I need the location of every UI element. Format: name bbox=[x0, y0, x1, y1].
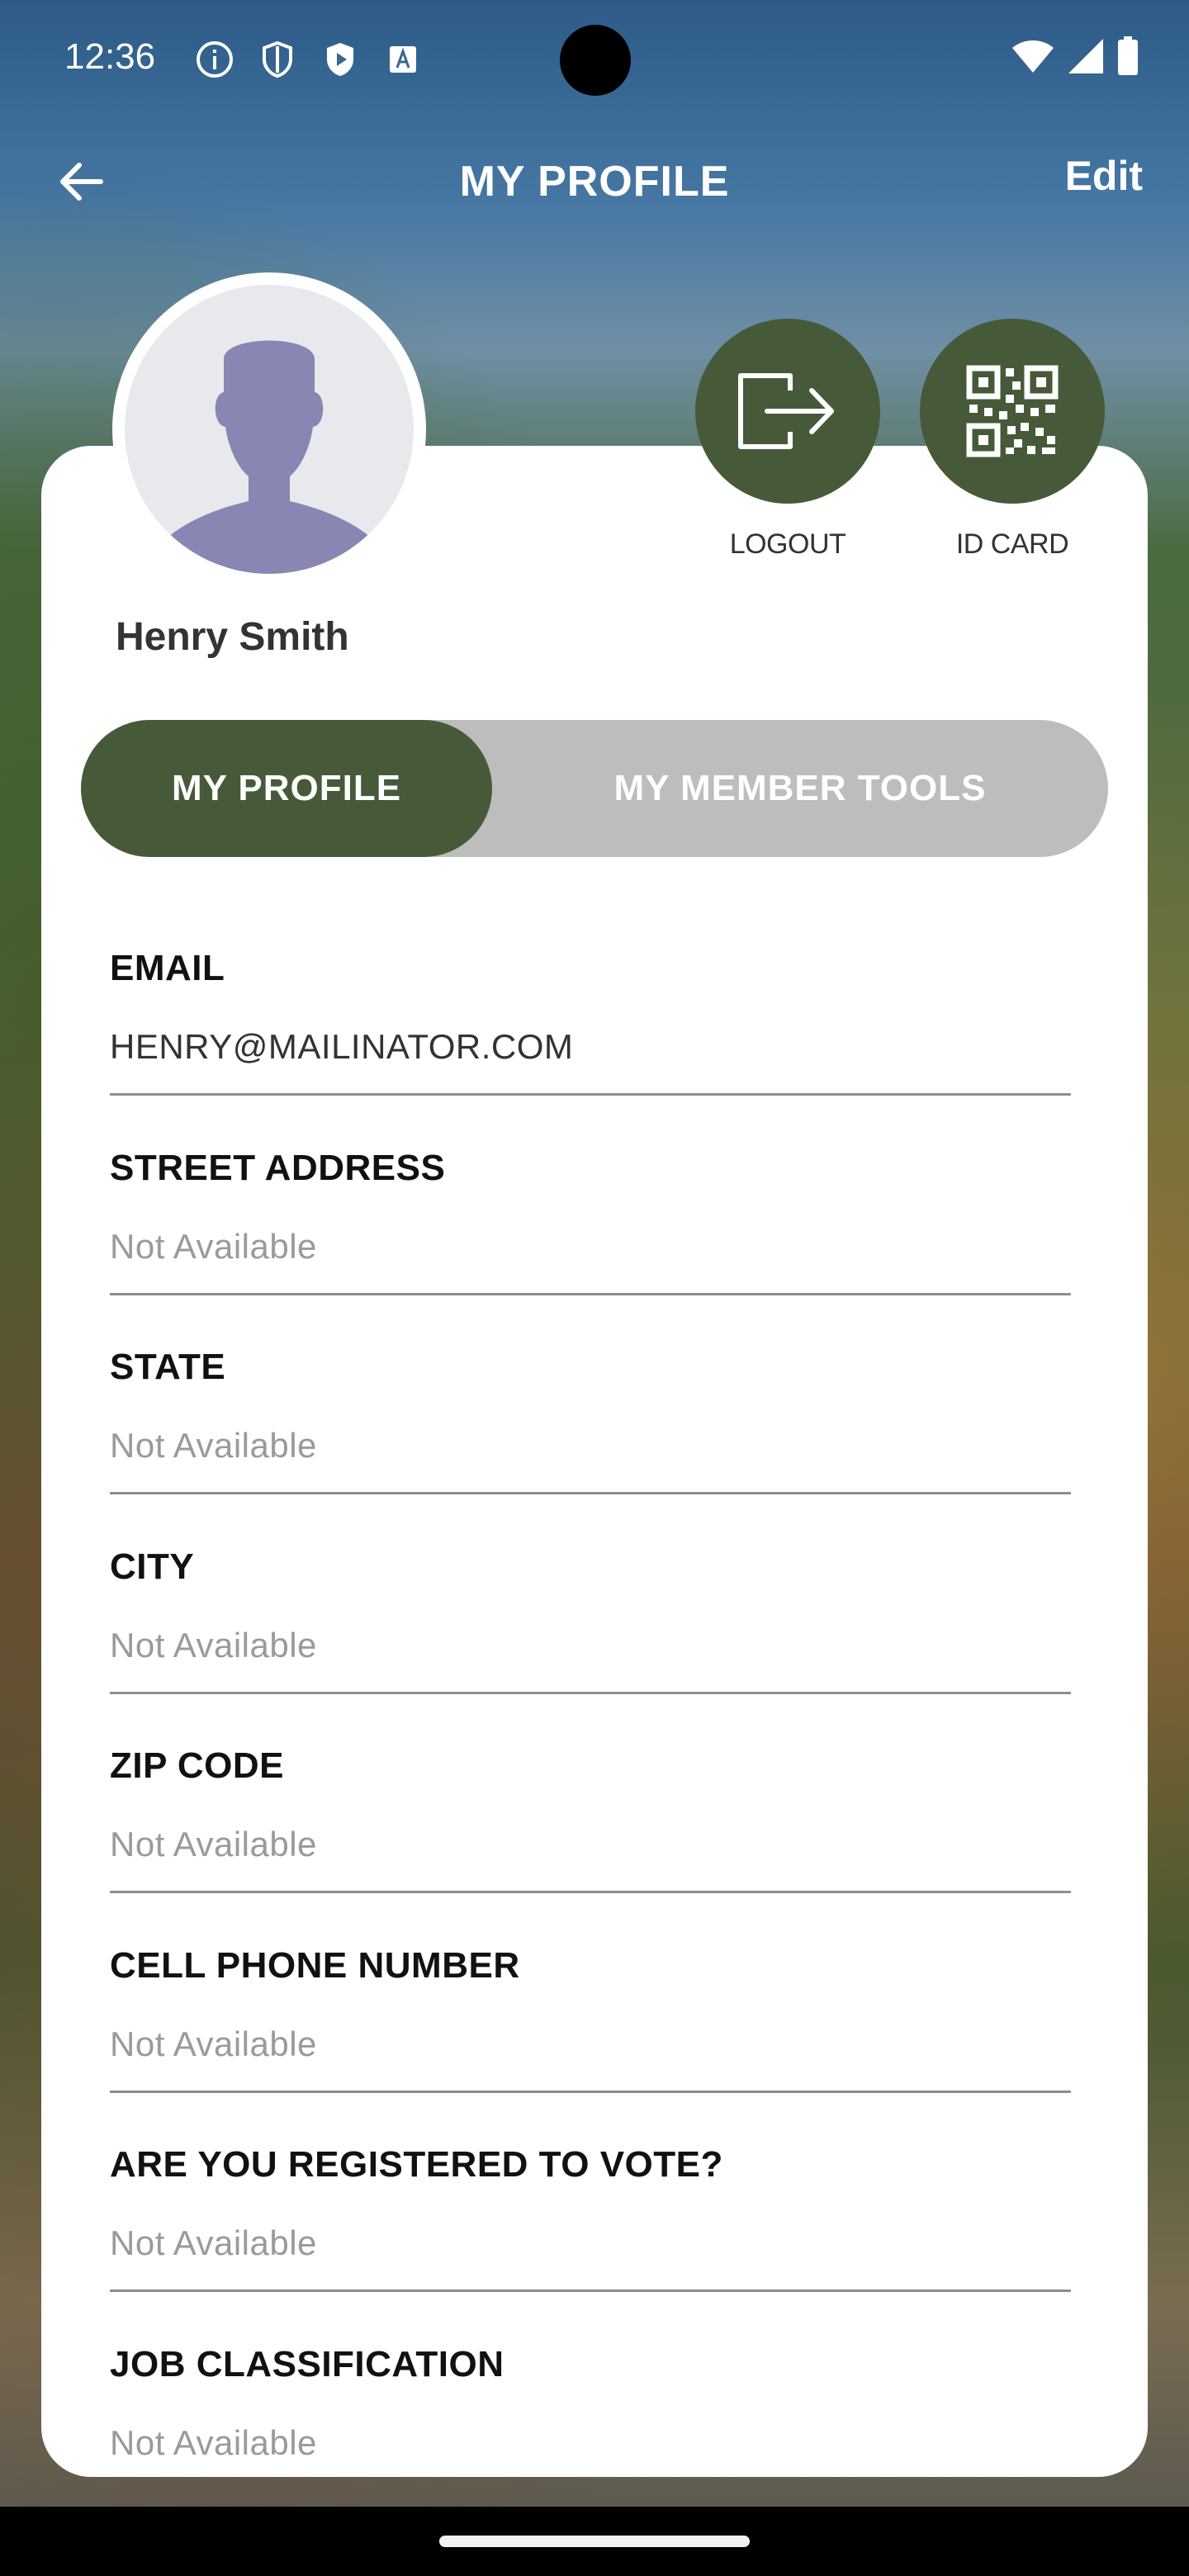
email-field[interactable]: EMAIL HENRY@MAILINATOR.COM bbox=[110, 948, 1071, 1148]
field-value: Not Available bbox=[110, 2423, 317, 2462]
field-label: STATE bbox=[110, 1347, 226, 1387]
field-label: ZIP CODE bbox=[110, 1745, 285, 1786]
field-value: Not Available bbox=[110, 2223, 317, 2262]
field-label: CELL PHONE NUMBER bbox=[110, 1945, 520, 1986]
id-card-label: ID CARD bbox=[955, 528, 1069, 560]
user-name: Henry Smith bbox=[116, 615, 349, 659]
field-value: Not Available bbox=[110, 1626, 317, 1664]
play-shield-icon bbox=[317, 36, 363, 83]
tab-my-member-tools[interactable]: MY MEMBER TOOLS bbox=[492, 720, 1108, 857]
field-divider bbox=[110, 2290, 1071, 2292]
field-divider bbox=[110, 1293, 1071, 1295]
field-label: STREET ADDRESS bbox=[110, 1148, 446, 1188]
field-value: Not Available bbox=[110, 1227, 317, 1266]
field-value: Not Available bbox=[110, 1426, 317, 1465]
page-title: MY PROFILE bbox=[459, 158, 730, 206]
logout-label: LOGOUT bbox=[729, 528, 846, 560]
person-silhouette-icon bbox=[125, 285, 414, 574]
logout-icon bbox=[738, 373, 834, 449]
field-value: Not Available bbox=[110, 1825, 317, 1863]
field-divider bbox=[110, 1891, 1071, 1893]
field-value: Not Available bbox=[110, 2024, 317, 2063]
job-classification-field[interactable]: JOB CLASSIFICATION Not Available bbox=[110, 2344, 1071, 2477]
zip-code-field[interactable]: ZIP CODE Not Available bbox=[110, 1745, 1071, 1945]
profile-tabs: MY PROFILE MY MEMBER TOOLS bbox=[81, 720, 1108, 857]
wifi-icon bbox=[1011, 38, 1055, 78]
field-divider bbox=[110, 1492, 1071, 1494]
home-indicator[interactable] bbox=[439, 2536, 750, 2547]
cell-phone-field[interactable]: CELL PHONE NUMBER Not Available bbox=[110, 1945, 1071, 2145]
id-card-circle[interactable] bbox=[920, 319, 1105, 504]
font-a-icon bbox=[380, 36, 426, 83]
logout-circle[interactable] bbox=[695, 319, 880, 504]
field-label: ARE YOU REGISTERED TO VOTE? bbox=[110, 2144, 723, 2185]
status-left-icons bbox=[192, 36, 426, 83]
logout-button[interactable]: LOGOUT bbox=[694, 319, 881, 561]
field-divider bbox=[110, 1692, 1071, 1694]
status-right-icons bbox=[1011, 36, 1139, 80]
card-bottom-clip: JOB CLASSIFICATION Not Available bbox=[41, 2337, 1148, 2477]
signal-icon bbox=[1067, 37, 1105, 79]
edit-button[interactable]: Edit bbox=[1065, 152, 1143, 200]
street-address-field[interactable]: STREET ADDRESS Not Available bbox=[110, 1148, 1071, 1347]
status-time: 12:36 bbox=[64, 36, 156, 77]
field-label: JOB CLASSIFICATION bbox=[110, 2344, 504, 2384]
shield-icon bbox=[254, 36, 301, 83]
info-icon bbox=[192, 36, 238, 83]
qr-code-icon bbox=[966, 365, 1059, 457]
registered-to-vote-field[interactable]: ARE YOU REGISTERED TO VOTE? Not Availabl… bbox=[110, 2144, 1071, 2344]
city-field[interactable]: CITY Not Available bbox=[110, 1546, 1071, 1746]
tab-my-profile[interactable]: MY PROFILE bbox=[81, 720, 492, 857]
avatar bbox=[112, 272, 426, 586]
field-value: HENRY@MAILINATOR.COM bbox=[110, 1027, 574, 1066]
battery-icon bbox=[1116, 36, 1139, 80]
state-field[interactable]: STATE Not Available bbox=[110, 1347, 1071, 1546]
field-divider bbox=[110, 2091, 1071, 2093]
field-label: EMAIL bbox=[110, 948, 225, 988]
front-camera bbox=[560, 25, 631, 96]
field-label: CITY bbox=[110, 1546, 195, 1587]
field-divider bbox=[110, 1093, 1071, 1096]
id-card-button[interactable]: ID CARD bbox=[919, 319, 1106, 561]
